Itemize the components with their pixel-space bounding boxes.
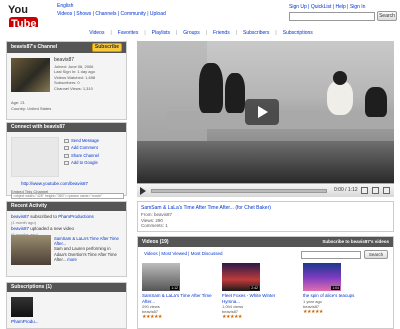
channel-avatar[interactable] xyxy=(11,58,50,92)
tab-groups[interactable]: Groups xyxy=(183,30,199,36)
videos-search-button[interactable]: Search xyxy=(364,250,388,259)
connect-header: Connect with beavis87 xyxy=(7,123,126,132)
video-card-title[interactable]: SamSam & LaLa's Time After Time After... xyxy=(142,293,212,304)
tab-subscriptions[interactable]: Subscriptions xyxy=(283,30,313,36)
channel-url[interactable]: http://www.youtube.com/beavis87 xyxy=(21,181,88,186)
video-card[interactable]: 1:12 SamSam & LaLa's Time After Time Aft… xyxy=(142,263,212,320)
subscriptions-panel: Subscriptions (1) PhamProdu... xyxy=(6,282,127,329)
video-comments: Comments: 1 xyxy=(141,223,168,228)
player-controls: 0:00 / 1:12 xyxy=(137,183,394,197)
channel-title: beavis87's Channel xyxy=(11,44,58,50)
activity-video: SamSam & LaLa's Time After Time After...… xyxy=(54,236,124,262)
channel-panel: beavis87's Channel Subscribe beavis87 Jo… xyxy=(6,41,127,120)
video-thumbnail[interactable]: 1:04 xyxy=(303,263,341,291)
activity-item-1: beavis87 subscribed to PhamProductions (… xyxy=(11,214,124,226)
video-duration: 2:42 xyxy=(250,286,259,290)
send-message-link[interactable]: Send Message xyxy=(64,137,99,144)
size-toggle-icon[interactable] xyxy=(372,187,379,194)
google-icon xyxy=(64,161,69,166)
rating-stars: ★★★★★ xyxy=(303,308,323,315)
videos-search-input[interactable] xyxy=(301,251,361,259)
tab-playlists[interactable]: Playlists xyxy=(152,30,170,36)
video-title[interactable]: SamSam & LaLa's Time After Time After...… xyxy=(141,205,271,211)
subscribe-button[interactable]: Subscribe xyxy=(92,43,122,52)
channel-info: beavis87 Joined: June 06, 2006 Last Sign… xyxy=(54,57,95,91)
more-link[interactable]: more xyxy=(67,257,77,262)
activity-header: Recent Activity xyxy=(7,202,126,211)
videos-sort-tabs[interactable]: Videos | Most Viewed | Most Discussed xyxy=(144,251,222,256)
subscription-name[interactable]: PhamProdu... xyxy=(11,319,39,324)
language-selector[interactable]: English xyxy=(57,3,73,9)
video-duration: 1:12 xyxy=(170,286,179,290)
subscribe-videos-link[interactable]: Subscribe to beavis87's videos xyxy=(322,237,389,247)
add-comment-link[interactable]: Add Comment xyxy=(64,144,99,151)
rating-stars: ★★★★★ xyxy=(142,314,162,320)
connect-panel: Connect with beavis87 Send Message Add C… xyxy=(6,122,127,199)
video-thumbnail[interactable]: 1:12 xyxy=(142,263,180,291)
tab-friends[interactable]: Friends xyxy=(213,30,230,36)
connect-avatar xyxy=(11,137,59,177)
activity-user[interactable]: beavis87 xyxy=(11,214,29,219)
video-from: From: beavis87 xyxy=(141,212,173,217)
videos-header: Videos (19) Subscribe to beavis87's vide… xyxy=(138,237,393,247)
videos-title: Videos (19) xyxy=(142,239,169,245)
search-button[interactable]: Search xyxy=(377,11,397,21)
share-channel-link[interactable]: Share Channel xyxy=(64,152,99,159)
search-input[interactable] xyxy=(289,12,375,21)
country: Country: United States xyxy=(11,106,52,111)
play-icon[interactable] xyxy=(140,187,146,195)
time-display: 0:00 / 1:12 xyxy=(334,187,358,193)
play-overlay-button[interactable] xyxy=(245,99,279,125)
activity-video-thumbnail[interactable] xyxy=(11,235,51,265)
activity-video-desc: Sam and Lauren performing in Adaa's Over… xyxy=(54,246,117,262)
connect-actions: Send Message Add Comment Share Channel A… xyxy=(64,137,99,167)
progress-bar[interactable] xyxy=(151,189,327,193)
video-card-title[interactable]: Fleet Foxes - White Winter Hymna... xyxy=(222,293,292,304)
fullscreen-icon[interactable] xyxy=(383,187,390,194)
subscription-avatar[interactable] xyxy=(11,297,33,317)
video-meta: From: beavis87 Views: 290 Comments: 1 xyxy=(141,212,172,229)
rating-stars: ★★★★★ xyxy=(222,314,242,320)
top-nav[interactable]: Videos | Shows | Channels | Community | … xyxy=(57,11,166,17)
channel-header: beavis87's Channel Subscribe xyxy=(7,42,126,53)
youtube-logo[interactable]: YouTube xyxy=(8,3,46,31)
last-sign-in: Last Sign In: 1 day ago xyxy=(54,69,95,74)
recent-activity-panel: Recent Activity beavis87 subscribed to P… xyxy=(6,201,127,277)
tab-favorites[interactable]: Favorites xyxy=(118,30,139,36)
video-info: SamSam & LaLa's Time After Time After...… xyxy=(137,201,394,232)
video-card[interactable]: 1:04 the spin of alice's teacups 1 year … xyxy=(303,263,373,315)
share-icon xyxy=(64,153,69,158)
activity-target[interactable]: PhamProductions xyxy=(58,214,94,219)
subscriptions-header: Subscriptions (1) xyxy=(7,283,126,292)
add-to-google-link[interactable]: Add to Google xyxy=(64,159,99,166)
tab-videos[interactable]: Videos xyxy=(89,30,104,36)
channel-views: Channel Views: 1,310 xyxy=(54,85,93,91)
message-icon xyxy=(64,138,69,143)
user-links[interactable]: Sign Up | QuickList | Help | Sign In xyxy=(289,4,365,10)
videos-panel: Videos (19) Subscribe to beavis87's vide… xyxy=(137,236,394,329)
video-thumbnail[interactable]: 2:42 xyxy=(222,263,260,291)
channel-meta: Age: 21 Country: United States xyxy=(11,100,51,112)
volume-icon[interactable] xyxy=(361,187,368,194)
tab-subscribers[interactable]: Subscribers xyxy=(243,30,269,36)
comment-icon xyxy=(64,146,69,151)
video-card[interactable]: 2:42 Fleet Foxes - White Winter Hymna...… xyxy=(222,263,292,320)
activity-user[interactable]: beavis87 xyxy=(11,226,29,231)
channel-tabs: Videos | Favorites | Playlists | Groups | Fr… xyxy=(5,27,397,38)
activity-video-title[interactable]: SamSam & LaLa's Time After Time After... xyxy=(54,236,124,246)
embed-code-field[interactable]: <object width="425" height="350"><param … xyxy=(11,193,124,199)
video-duration: 1:04 xyxy=(331,286,340,290)
video-player[interactable]: 0:00 / 1:12 xyxy=(137,41,394,197)
